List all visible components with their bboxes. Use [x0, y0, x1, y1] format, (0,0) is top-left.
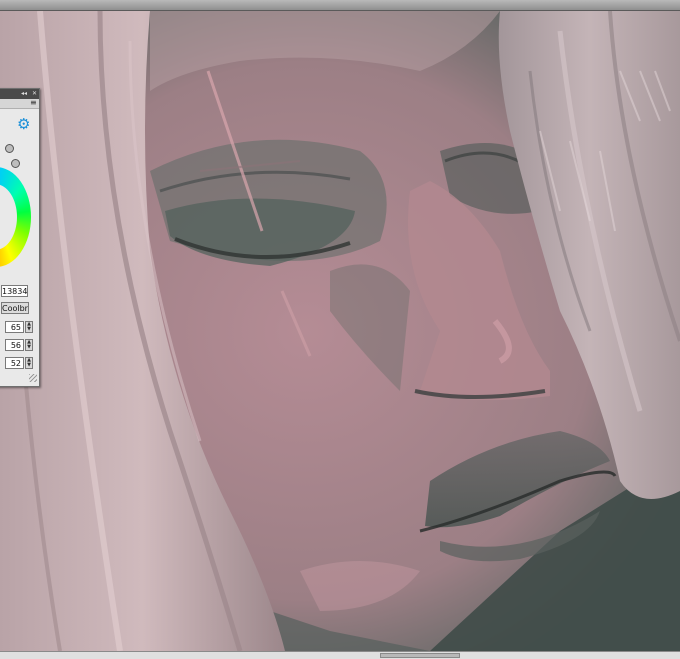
eyedropper-icon[interactable] [5, 144, 14, 153]
brush-preset-button[interactable]: Coolbrus! [1, 302, 29, 314]
channel-spinner-1[interactable]: ▲ ▼ [25, 321, 33, 333]
digital-painting-face [0, 11, 680, 651]
color-value-display[interactable]: 13834 [1, 285, 28, 297]
channel-field-2[interactable]: 56 [5, 339, 24, 351]
panel-menu-bar: ≡ [0, 98, 39, 109]
panel-menu-icon[interactable]: ≡ [30, 98, 37, 107]
gear-icon[interactable]: ⚙ [17, 117, 30, 132]
channel-field-3[interactable]: 52 [5, 357, 24, 369]
panel-resize-grip[interactable] [29, 374, 37, 382]
scrollbar-thumb[interactable] [380, 653, 460, 658]
painting-canvas[interactable] [0, 11, 680, 651]
close-panel-button[interactable]: ✕ [32, 91, 37, 97]
color-picker-panel[interactable]: ◂◂ ✕ ≡ ⚙ 13834 Coolbrus! 65 ▲▼ 56 ▲▼ 52 … [0, 88, 40, 387]
collapse-panel-button[interactable]: ◂◂ [21, 91, 27, 97]
swap-icon[interactable] [11, 159, 20, 168]
app-top-bar [0, 0, 680, 11]
channel-spinner-2[interactable]: ▲ ▼ [25, 339, 33, 351]
channel-field-1[interactable]: 65 [5, 321, 24, 333]
channel-spinner-3[interactable]: ▲ ▼ [25, 357, 33, 369]
